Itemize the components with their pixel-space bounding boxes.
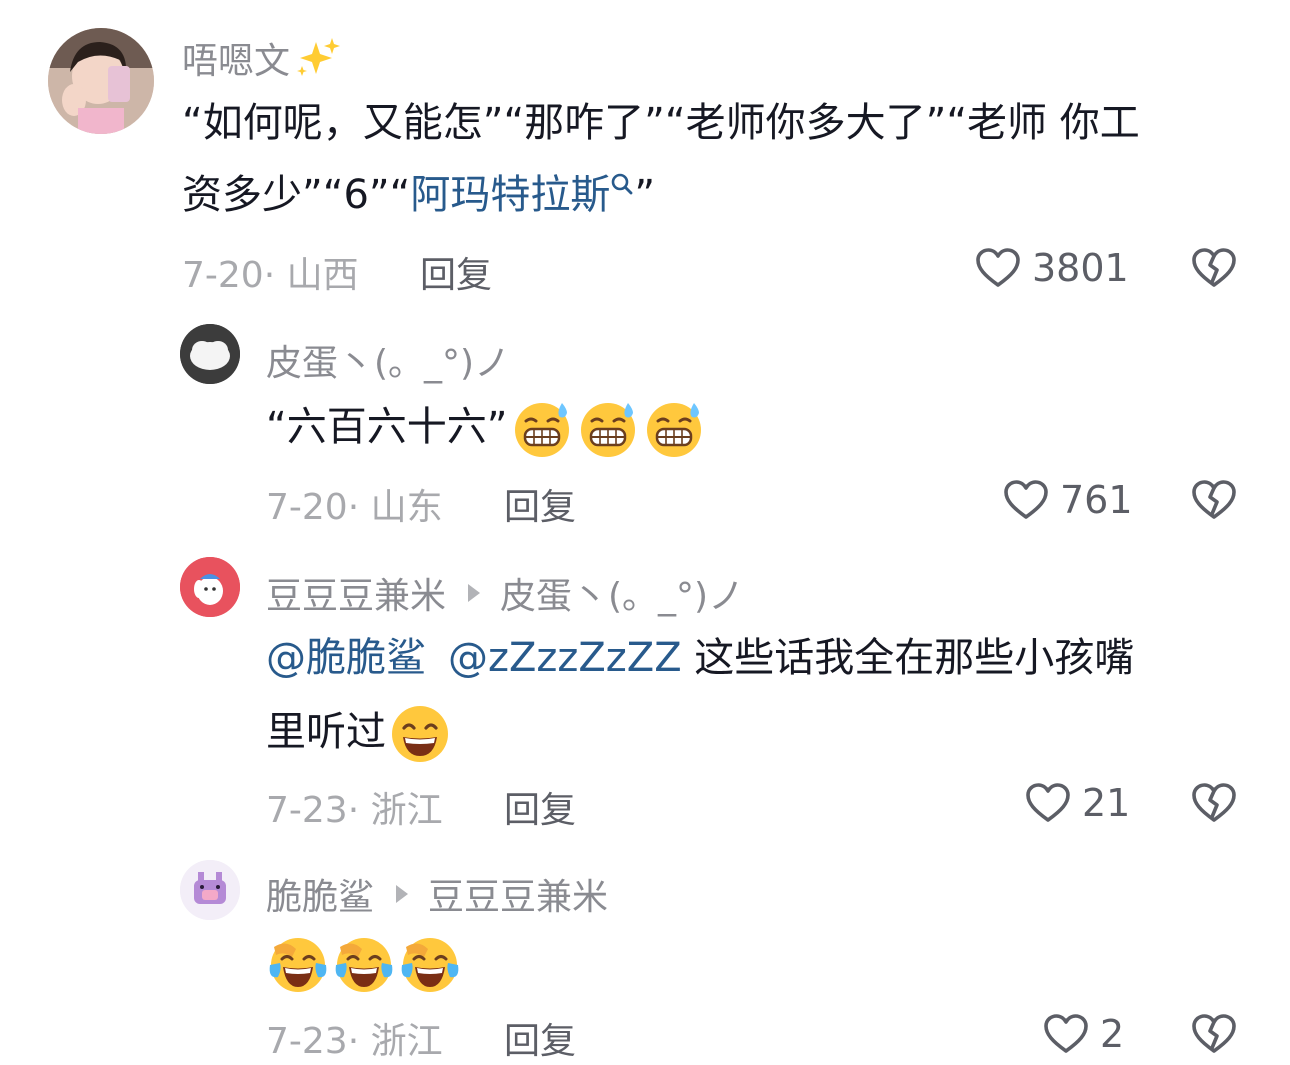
date-location: 7-23· 浙江 — [266, 1021, 443, 1062]
sweat-grin-emoji-icon — [643, 399, 705, 459]
like-count: 761 — [1060, 478, 1133, 522]
dislike-button[interactable] — [1190, 244, 1238, 296]
heart-icon — [1002, 476, 1050, 524]
comment-text: “六百六十六” — [266, 392, 705, 462]
like-count: 3801 — [1032, 246, 1129, 290]
comment-reply-item: 皮蛋丶(。_°)ノ “六百六十六” 7-20· 山东 回复 761 — [0, 310, 1290, 540]
heart-icon — [1024, 779, 1072, 827]
crying-laughing-emoji-icon — [266, 935, 330, 995]
avatar-cloud-icon — [180, 324, 240, 384]
comment-author[interactable]: 皮蛋丶(。_°)ノ — [266, 334, 510, 386]
avatar[interactable] — [180, 860, 240, 920]
like-count: 2 — [1100, 1012, 1125, 1056]
crying-laughing-emoji-icon — [332, 935, 396, 995]
reply-arrow-icon — [396, 885, 409, 903]
like-count: 21 — [1082, 781, 1131, 825]
reply-arrow-icon — [468, 584, 481, 602]
author-name[interactable]: 豆豆豆兼米 — [266, 567, 446, 619]
author-name[interactable]: 脆脆鲨 — [266, 868, 374, 920]
comment-author[interactable]: 唔嗯文 — [182, 32, 342, 84]
avatar[interactable] — [180, 324, 240, 384]
avatar-pig-icon — [180, 860, 240, 920]
comment-text-line: 资多少”“6”“ — [182, 172, 411, 218]
like-button[interactable]: 2 — [1042, 1010, 1124, 1058]
reply-to-name[interactable]: 皮蛋丶(。_°)ノ — [500, 567, 744, 619]
broken-heart-icon — [1190, 779, 1238, 827]
date-location: 7-20· 山西 — [182, 255, 359, 296]
comment-reply-item: 豆豆豆兼米 皮蛋丶(。_°)ノ @脆脆鲨 @zZzzZzZZ 这些话我全在那些小孩… — [0, 545, 1290, 845]
broken-heart-icon — [1190, 476, 1238, 524]
grin-emoji-icon — [390, 704, 450, 764]
reply-button[interactable]: 回复 — [504, 478, 576, 530]
comment-text-line: “如何呢，又能怎”“那咋了”“老师你多大了”“老师 你工 — [182, 100, 1140, 146]
avatar-dog-icon — [180, 557, 240, 617]
date-location: 7-23· 浙江 — [266, 790, 443, 831]
sweat-grin-emoji-icon — [577, 399, 639, 459]
like-button[interactable]: 761 — [1002, 476, 1133, 524]
crying-laughing-emoji-icon — [398, 935, 462, 995]
comment-reply-item: 脆脆鲨 豆豆豆兼米 7-23· 浙江 回复 2 — [0, 848, 1290, 1065]
author-name[interactable]: 唔嗯文 — [182, 32, 290, 84]
search-link[interactable]: 阿玛特拉斯 — [410, 172, 610, 218]
avatar[interactable] — [48, 28, 154, 134]
comment-text-tail: ” — [634, 172, 656, 218]
avatar[interactable] — [180, 557, 240, 617]
comment-text-line: 这些话我全在那些小孩嘴 — [681, 635, 1135, 681]
comment-text-line: 里听过 — [266, 709, 386, 755]
heart-icon — [974, 244, 1022, 292]
date-location: 7-20· 山东 — [266, 487, 443, 528]
like-button[interactable]: 21 — [1024, 779, 1130, 827]
mention-link[interactable]: @zZzzZzZZ — [448, 635, 682, 681]
dislike-button[interactable] — [1190, 1010, 1238, 1062]
reply-button[interactable]: 回复 — [504, 1012, 576, 1064]
dislike-button[interactable] — [1190, 476, 1238, 528]
sparkles-icon — [297, 38, 341, 76]
comment-text-line: “六百六十六” — [266, 404, 508, 450]
dislike-button[interactable] — [1190, 779, 1238, 831]
comment-item: 唔嗯文 “如何呢，又能怎”“那咋了”“老师你多大了”“老师 你工 资多少”“6”… — [0, 0, 1290, 300]
reply-button[interactable]: 回复 — [504, 781, 576, 833]
broken-heart-icon — [1190, 1010, 1238, 1058]
like-button[interactable]: 3801 — [974, 244, 1129, 292]
comment-text: “如何呢，又能怎”“那咋了”“老师你多大了”“老师 你工 — [182, 88, 1140, 158]
comment-author[interactable]: 脆脆鲨 豆豆豆兼米 — [266, 868, 608, 920]
comment-text: 资多少”“6”“阿玛特拉斯 ” — [182, 160, 655, 230]
heart-icon — [1042, 1010, 1090, 1058]
reply-to-name[interactable]: 豆豆豆兼米 — [428, 868, 608, 920]
search-icon[interactable] — [610, 172, 634, 198]
broken-heart-icon — [1190, 244, 1238, 292]
author-name[interactable]: 皮蛋丶(。_°)ノ — [266, 334, 510, 386]
reply-button[interactable]: 回复 — [420, 246, 492, 298]
sweat-grin-emoji-icon — [511, 399, 573, 459]
comment-author[interactable]: 豆豆豆兼米 皮蛋丶(。_°)ノ — [266, 567, 744, 619]
comment-text — [266, 928, 462, 998]
mention-link[interactable]: @脆脆鲨 — [266, 635, 426, 681]
avatar-photo-icon — [48, 28, 154, 134]
comment-text: 里听过 — [266, 697, 450, 767]
comment-text: @脆脆鲨 @zZzzZzZZ 这些话我全在那些小孩嘴 — [266, 623, 1134, 693]
